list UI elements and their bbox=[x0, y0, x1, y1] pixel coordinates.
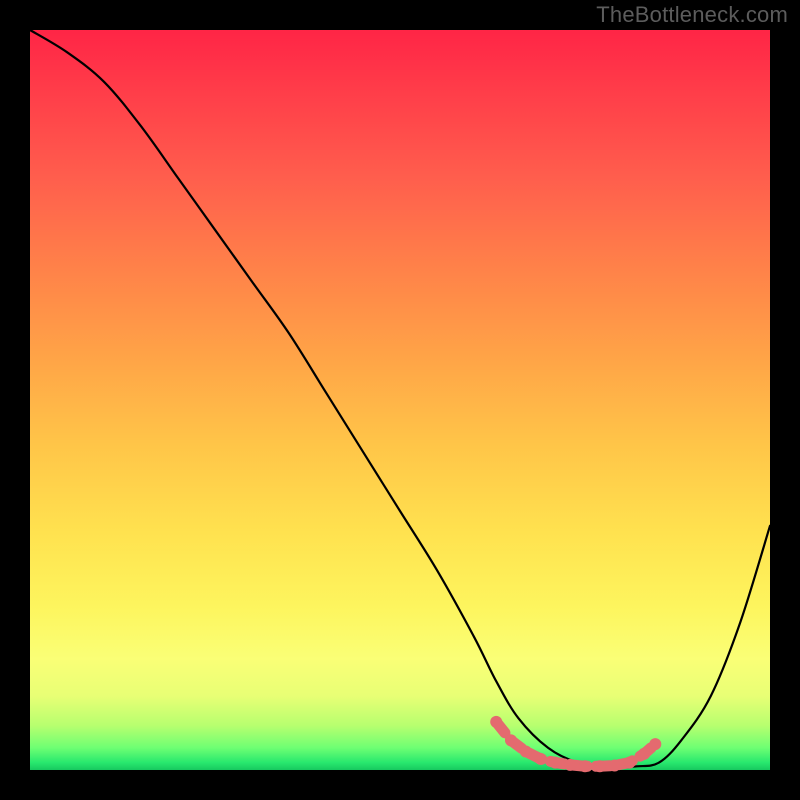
plot-area bbox=[30, 30, 770, 770]
optimal-marker bbox=[505, 734, 517, 746]
optimal-marker bbox=[638, 748, 650, 760]
watermark-text: TheBottleneck.com bbox=[596, 2, 788, 28]
optimal-marker bbox=[535, 753, 547, 765]
optimal-marker bbox=[564, 759, 576, 771]
curve-layer bbox=[30, 30, 770, 770]
optimal-zone-markers bbox=[490, 716, 661, 772]
optimal-marker bbox=[609, 760, 621, 772]
optimal-marker bbox=[490, 716, 502, 728]
optimal-marker bbox=[520, 746, 532, 758]
bottleneck-curve bbox=[30, 30, 770, 767]
optimal-marker bbox=[549, 757, 561, 769]
optimal-marker bbox=[579, 760, 591, 772]
optimal-marker bbox=[623, 757, 635, 769]
optimal-marker bbox=[649, 738, 661, 750]
optimal-marker bbox=[594, 760, 606, 772]
chart-container: TheBottleneck.com bbox=[0, 0, 800, 800]
